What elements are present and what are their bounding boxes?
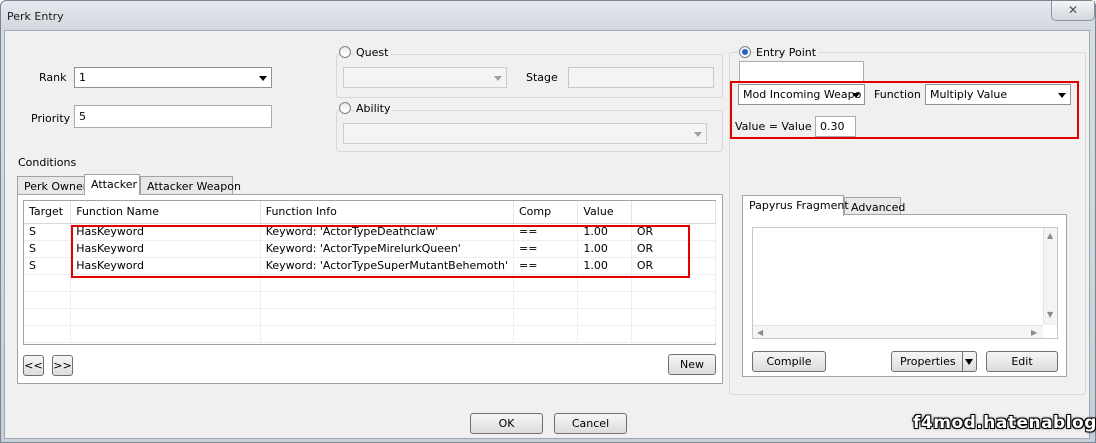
stage-label: Stage [526, 71, 558, 84]
quest-dropdown[interactable] [343, 67, 507, 88]
cell-function-name: HasKeyword [70, 257, 261, 275]
column-header-value[interactable]: Value [577, 201, 632, 224]
table-row-empty [24, 291, 717, 309]
entry-point-name-input[interactable] [739, 61, 864, 82]
split-divider [962, 352, 963, 371]
rank-value: 1 [79, 71, 86, 84]
close-button[interactable]: ✕ [1051, 1, 1095, 21]
tab-perk-owner[interactable]: Perk Owner [17, 176, 87, 195]
scroll-left-icon[interactable]: ◀ [757, 328, 763, 337]
cell-comp: == [513, 223, 579, 241]
scroll-up-icon[interactable]: ▲ [1047, 231, 1053, 240]
rank-label: Rank [39, 71, 67, 84]
horizontal-scrollbar[interactable]: ◀ ▶ [753, 325, 1043, 338]
function-dropdown[interactable]: Multiply Value [925, 84, 1071, 105]
cell-operator: OR [631, 240, 717, 258]
entry-point-dropdown[interactable]: Mod Incoming Weapo [738, 84, 865, 105]
cell-function-info: Keyword: 'ActorTypeSuperMutantBehemoth' [260, 257, 514, 275]
chevron-down-icon [259, 75, 267, 81]
tab-attacker[interactable]: Attacker [84, 174, 140, 195]
watermark-text: f4mod.hatenablog.com [913, 413, 1096, 433]
cell-comp: == [513, 257, 579, 275]
table-row[interactable]: S HasKeyword Keyword: 'ActorTypeDeathcla… [24, 223, 717, 241]
entry-point-label: Entry Point [754, 46, 819, 59]
properties-label: Properties [900, 355, 956, 368]
cell-comp: == [513, 240, 579, 258]
quest-label: Quest [354, 46, 391, 59]
ability-dropdown[interactable] [343, 123, 707, 144]
papyrus-script-box[interactable] [752, 227, 1058, 339]
value-formula-label: Value = Value * [735, 120, 821, 133]
entry-point-value: Mod Incoming Weapo [743, 88, 862, 101]
column-header-comp[interactable]: Comp [513, 201, 579, 224]
cell-function-info: Keyword: 'ActorTypeMirelurkQueen' [260, 240, 514, 258]
table-row-empty [24, 325, 717, 343]
cell-value: 1.00 [577, 223, 632, 241]
chevron-down-icon [852, 92, 860, 98]
function-label: Function [874, 88, 921, 101]
cell-value: 1.00 [577, 240, 632, 258]
close-icon: ✕ [1067, 3, 1079, 17]
cell-function-name: HasKeyword [70, 240, 261, 258]
scroll-down-icon[interactable]: ▼ [1047, 310, 1053, 319]
rank-dropdown[interactable]: 1 [74, 67, 272, 88]
conditions-label: Conditions [18, 156, 77, 169]
entry-point-radio[interactable] [739, 46, 751, 58]
title-bar[interactable]: Perk Entry ✕ [1, 1, 1095, 31]
ability-label: Ability [354, 102, 393, 115]
tab-attacker-weapon[interactable]: Attacker Weapon [140, 176, 241, 195]
ability-radio[interactable] [339, 102, 351, 114]
chevron-down-icon[interactable] [965, 359, 973, 365]
cell-operator: OR [631, 223, 717, 241]
cell-target: S [24, 240, 72, 258]
value-multiplier-input[interactable]: 0.30 [815, 116, 856, 137]
priority-input[interactable]: 5 [74, 105, 272, 128]
chevron-down-icon [1058, 92, 1066, 98]
chevron-down-icon [694, 131, 702, 137]
table-row[interactable]: S HasKeyword Keyword: 'ActorTypeMirelurk… [24, 240, 717, 258]
new-condition-button[interactable]: New [668, 354, 716, 375]
properties-button[interactable]: Properties [891, 351, 977, 372]
ok-button[interactable]: OK [470, 413, 543, 434]
scroll-right-icon[interactable]: ▶ [1031, 328, 1037, 337]
next-button[interactable]: >> [52, 355, 73, 376]
table-row-empty [24, 274, 717, 292]
column-header-operator[interactable] [631, 201, 717, 224]
priority-label: Priority [31, 112, 71, 125]
cell-target: S [24, 257, 72, 275]
edit-button[interactable]: Edit [986, 351, 1058, 372]
cell-function-info: Keyword: 'ActorTypeDeathclaw' [260, 223, 514, 241]
conditions-table: Target Function Name Function Info Comp … [24, 201, 717, 343]
column-header-function-name[interactable]: Function Name [70, 201, 261, 224]
function-value: Multiply Value [930, 88, 1008, 101]
quest-radio[interactable] [339, 46, 351, 58]
vertical-scrollbar[interactable]: ▲ ▼ [1043, 228, 1057, 325]
cancel-button[interactable]: Cancel [554, 413, 627, 434]
table-row[interactable]: S HasKeyword Keyword: 'ActorTypeSuperMut… [24, 257, 717, 275]
cell-value: 1.00 [577, 257, 632, 275]
column-header-function-info[interactable]: Function Info [260, 201, 514, 224]
compile-button[interactable]: Compile [752, 351, 826, 372]
tab-papyrus-fragment[interactable]: Papyrus Fragment [742, 195, 849, 216]
stage-input[interactable] [568, 67, 714, 88]
previous-button[interactable]: << [23, 355, 44, 376]
table-row-empty [24, 308, 717, 326]
chevron-down-icon [494, 75, 502, 81]
cell-operator: OR [631, 257, 717, 275]
cell-target: S [24, 223, 72, 241]
cell-function-name: HasKeyword [70, 223, 261, 241]
column-header-target[interactable]: Target [24, 201, 72, 224]
window-title: Perk Entry [7, 10, 64, 23]
